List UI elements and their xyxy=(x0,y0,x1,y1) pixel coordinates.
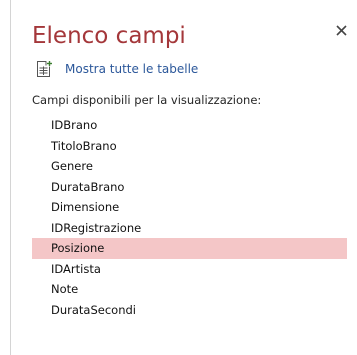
show-all-tables-label: Mostra tutte le tabelle xyxy=(65,62,199,76)
field-item-titolobrano[interactable]: TitoloBrano xyxy=(32,136,347,157)
field-item-duratabrano[interactable]: DurataBrano xyxy=(32,177,347,198)
field-item-idregistrazione[interactable]: IDRegistrazione xyxy=(32,218,347,239)
table-add-icon xyxy=(37,60,53,77)
field-list: IDBrano TitoloBrano Genere DurataBrano Dimen… xyxy=(32,115,347,320)
close-button[interactable] xyxy=(333,22,351,40)
show-all-tables-link[interactable]: Mostra tutte le tabelle xyxy=(35,59,198,79)
field-item-posizione[interactable]: Posizione xyxy=(32,238,347,259)
field-item-genere[interactable]: Genere xyxy=(32,156,347,177)
close-icon xyxy=(336,25,347,36)
field-item-note[interactable]: Note xyxy=(32,279,347,300)
field-item-dimensione[interactable]: Dimensione xyxy=(32,197,347,218)
field-item-duratasecondi[interactable]: DurataSecondi xyxy=(32,300,347,321)
panel-left-border xyxy=(10,0,11,355)
panel-title: Elenco campi xyxy=(32,23,186,49)
field-item-idartista[interactable]: IDArtista xyxy=(32,259,347,280)
available-fields-label: Campi disponibili per la visualizzazione… xyxy=(32,93,262,107)
field-item-idbrano[interactable]: IDBrano xyxy=(32,115,347,136)
